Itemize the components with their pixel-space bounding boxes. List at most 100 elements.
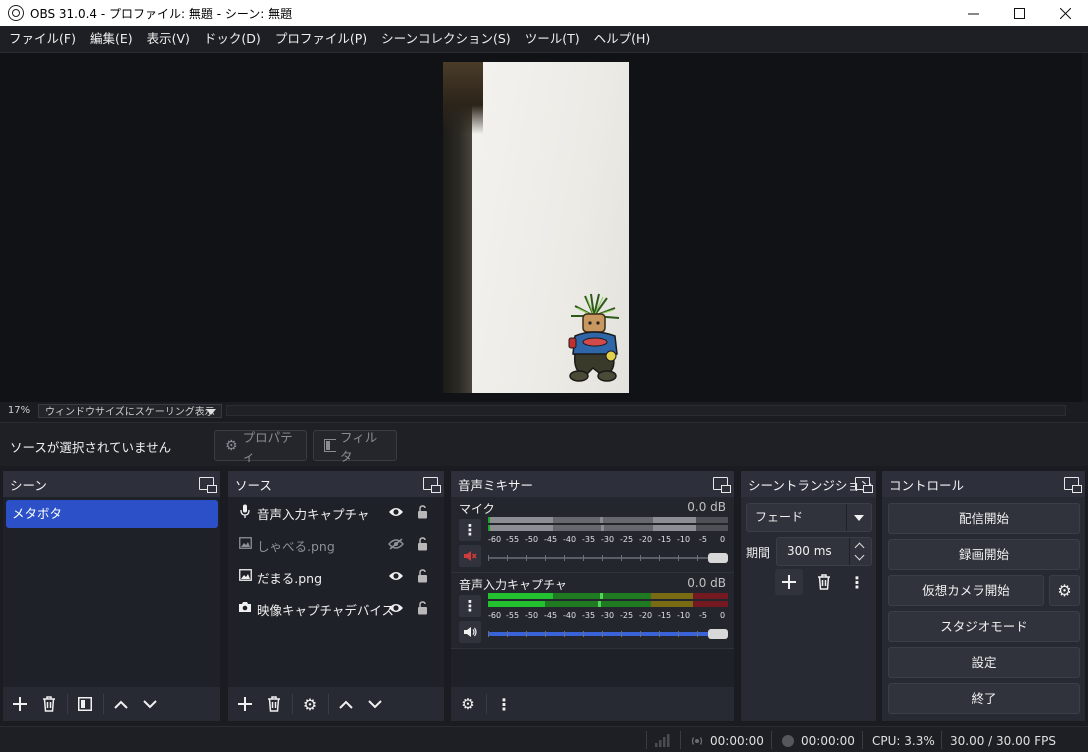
scene-filters-button[interactable]: [72, 692, 98, 716]
volume-slider[interactable]: [488, 553, 728, 563]
spin-arrows-icon[interactable]: [849, 538, 871, 565]
meter-bar: [488, 593, 728, 599]
tick-label: -35: [582, 611, 596, 620]
plus-icon: [13, 697, 27, 711]
start-virtual-camera-button[interactable]: 仮想カメラ開始: [888, 575, 1044, 606]
slider-tick: [621, 631, 622, 637]
tick-label: -30: [601, 611, 615, 620]
unlock-icon[interactable]: [417, 601, 428, 615]
menu-view[interactable]: 表示(V): [140, 26, 197, 52]
menu-help[interactable]: ヘルプ(H): [587, 26, 658, 52]
source-item[interactable]: だまる.png: [228, 561, 444, 593]
remove-source-button[interactable]: [261, 692, 287, 716]
slider-tick: [583, 631, 584, 637]
unlock-icon[interactable]: [417, 505, 428, 519]
start-recording-button[interactable]: 録画開始: [888, 539, 1080, 570]
slider-handle[interactable]: [708, 553, 728, 563]
more-vertical-icon: ⋮: [496, 694, 512, 714]
menu-docks[interactable]: ドック(D): [197, 26, 268, 52]
transition-menu-button[interactable]: ⋮: [843, 569, 871, 595]
virtual-camera-settings-button[interactable]: ⚙: [1049, 575, 1080, 606]
menu-tools[interactable]: ツール(T): [518, 26, 587, 52]
volume-slider[interactable]: [488, 629, 728, 639]
channel-menu-button[interactable]: ⋮: [459, 519, 481, 541]
transition-select[interactable]: フェード: [746, 503, 872, 532]
gear-icon: ⚙: [1057, 581, 1072, 600]
source-properties-button[interactable]: ⚙: [297, 692, 323, 716]
remove-scene-button[interactable]: [36, 692, 62, 716]
maximize-button[interactable]: [996, 0, 1042, 26]
duration-spinbox[interactable]: 300 ms: [776, 537, 872, 566]
tick-label: -25: [620, 611, 634, 620]
undock-icon[interactable]: [855, 477, 873, 493]
move-source-up-button[interactable]: [333, 692, 359, 716]
tick-label: -15: [658, 535, 672, 544]
tick-label: -5: [699, 611, 707, 620]
controls-dock-title: コントロール: [882, 471, 1085, 497]
slider-tick: [602, 555, 603, 561]
menu-edit[interactable]: 編集(E): [83, 26, 140, 52]
settings-button[interactable]: 設定: [888, 647, 1080, 678]
eye-icon[interactable]: [388, 570, 404, 582]
mute-toggle[interactable]: [459, 545, 481, 567]
tick-label: -45: [544, 611, 558, 620]
add-transition-button[interactable]: [775, 569, 803, 595]
eye-icon[interactable]: [388, 602, 404, 614]
sources-list[interactable]: 音声入力キャプチャ しゃべる.png だまる.png 映像キャプチャデバイス: [228, 497, 444, 687]
volume-meter: [488, 593, 728, 609]
remove-transition-button[interactable]: [810, 569, 838, 595]
eye-icon[interactable]: [388, 506, 404, 518]
undock-icon[interactable]: [1064, 477, 1082, 493]
preview-vertical-scrollbar[interactable]: [1082, 53, 1088, 403]
undock-icon[interactable]: [199, 477, 217, 493]
minimize-button[interactable]: [950, 0, 996, 26]
advanced-audio-properties-button[interactable]: ⚙: [455, 692, 481, 716]
move-scene-down-button[interactable]: [137, 692, 163, 716]
transitions-dock-title: シーントランジション: [741, 471, 876, 497]
more-vertical-icon: ⋮: [849, 572, 865, 592]
menu-profile[interactable]: プロファイル(P): [268, 26, 374, 52]
scenes-list[interactable]: メタボタ: [3, 497, 220, 687]
move-scene-up-button[interactable]: [108, 692, 134, 716]
scale-mode-dropdown[interactable]: ウィンドウサイズにスケーリング表示: [38, 403, 222, 418]
preview-area[interactable]: [0, 52, 1088, 403]
source-item[interactable]: 音声入力キャプチャ: [228, 497, 444, 529]
mic-icon: [238, 504, 252, 522]
add-source-button[interactable]: [232, 692, 258, 716]
unlock-icon[interactable]: [417, 569, 428, 583]
eye-hidden-icon[interactable]: [388, 538, 404, 550]
exit-button[interactable]: 終了: [888, 683, 1080, 714]
channel-db: 0.0 dB: [687, 576, 726, 590]
tick-label: -60: [488, 535, 502, 544]
undock-icon[interactable]: [713, 477, 731, 493]
tick-label: -10: [677, 535, 691, 544]
source-toolbar: ソースが選択されていません ⚙ プロパティ フィルタ: [0, 422, 1088, 466]
chevron-down-icon: [854, 515, 864, 521]
trash-icon: [818, 574, 830, 590]
add-scene-button[interactable]: [7, 692, 33, 716]
properties-button[interactable]: ⚙ プロパティ: [214, 430, 307, 464]
mixer-menu-button[interactable]: ⋮: [491, 692, 517, 716]
zoom-level: 17%: [7, 405, 31, 416]
preview-canvas[interactable]: [443, 62, 629, 393]
unlock-icon[interactable]: [417, 537, 428, 551]
start-streaming-button[interactable]: 配信開始: [888, 503, 1080, 534]
menu-file[interactable]: ファイル(F): [2, 26, 83, 52]
preview-horizontal-scrollbar[interactable]: [226, 405, 1066, 416]
filters-button[interactable]: フィルタ: [313, 430, 397, 464]
menu-scene-collection[interactable]: シーンコレクション(S): [374, 26, 518, 52]
undock-icon[interactable]: [423, 477, 441, 493]
status-divider: [771, 731, 772, 749]
mixer-toolbar: ⚙ ⋮: [451, 687, 734, 721]
toolbar-divider: [328, 694, 329, 714]
slider-handle[interactable]: [708, 629, 728, 639]
move-source-down-button[interactable]: [362, 692, 388, 716]
mute-toggle[interactable]: [459, 621, 481, 643]
studio-mode-button[interactable]: スタジオモード: [888, 611, 1080, 642]
source-item[interactable]: しゃべる.png: [228, 529, 444, 561]
channel-menu-button[interactable]: ⋮: [459, 595, 481, 617]
close-button[interactable]: [1042, 0, 1088, 26]
tick-label: 0: [720, 535, 726, 544]
scene-item-metabota[interactable]: メタボタ: [6, 500, 218, 528]
source-item[interactable]: 映像キャプチャデバイス: [228, 593, 444, 625]
